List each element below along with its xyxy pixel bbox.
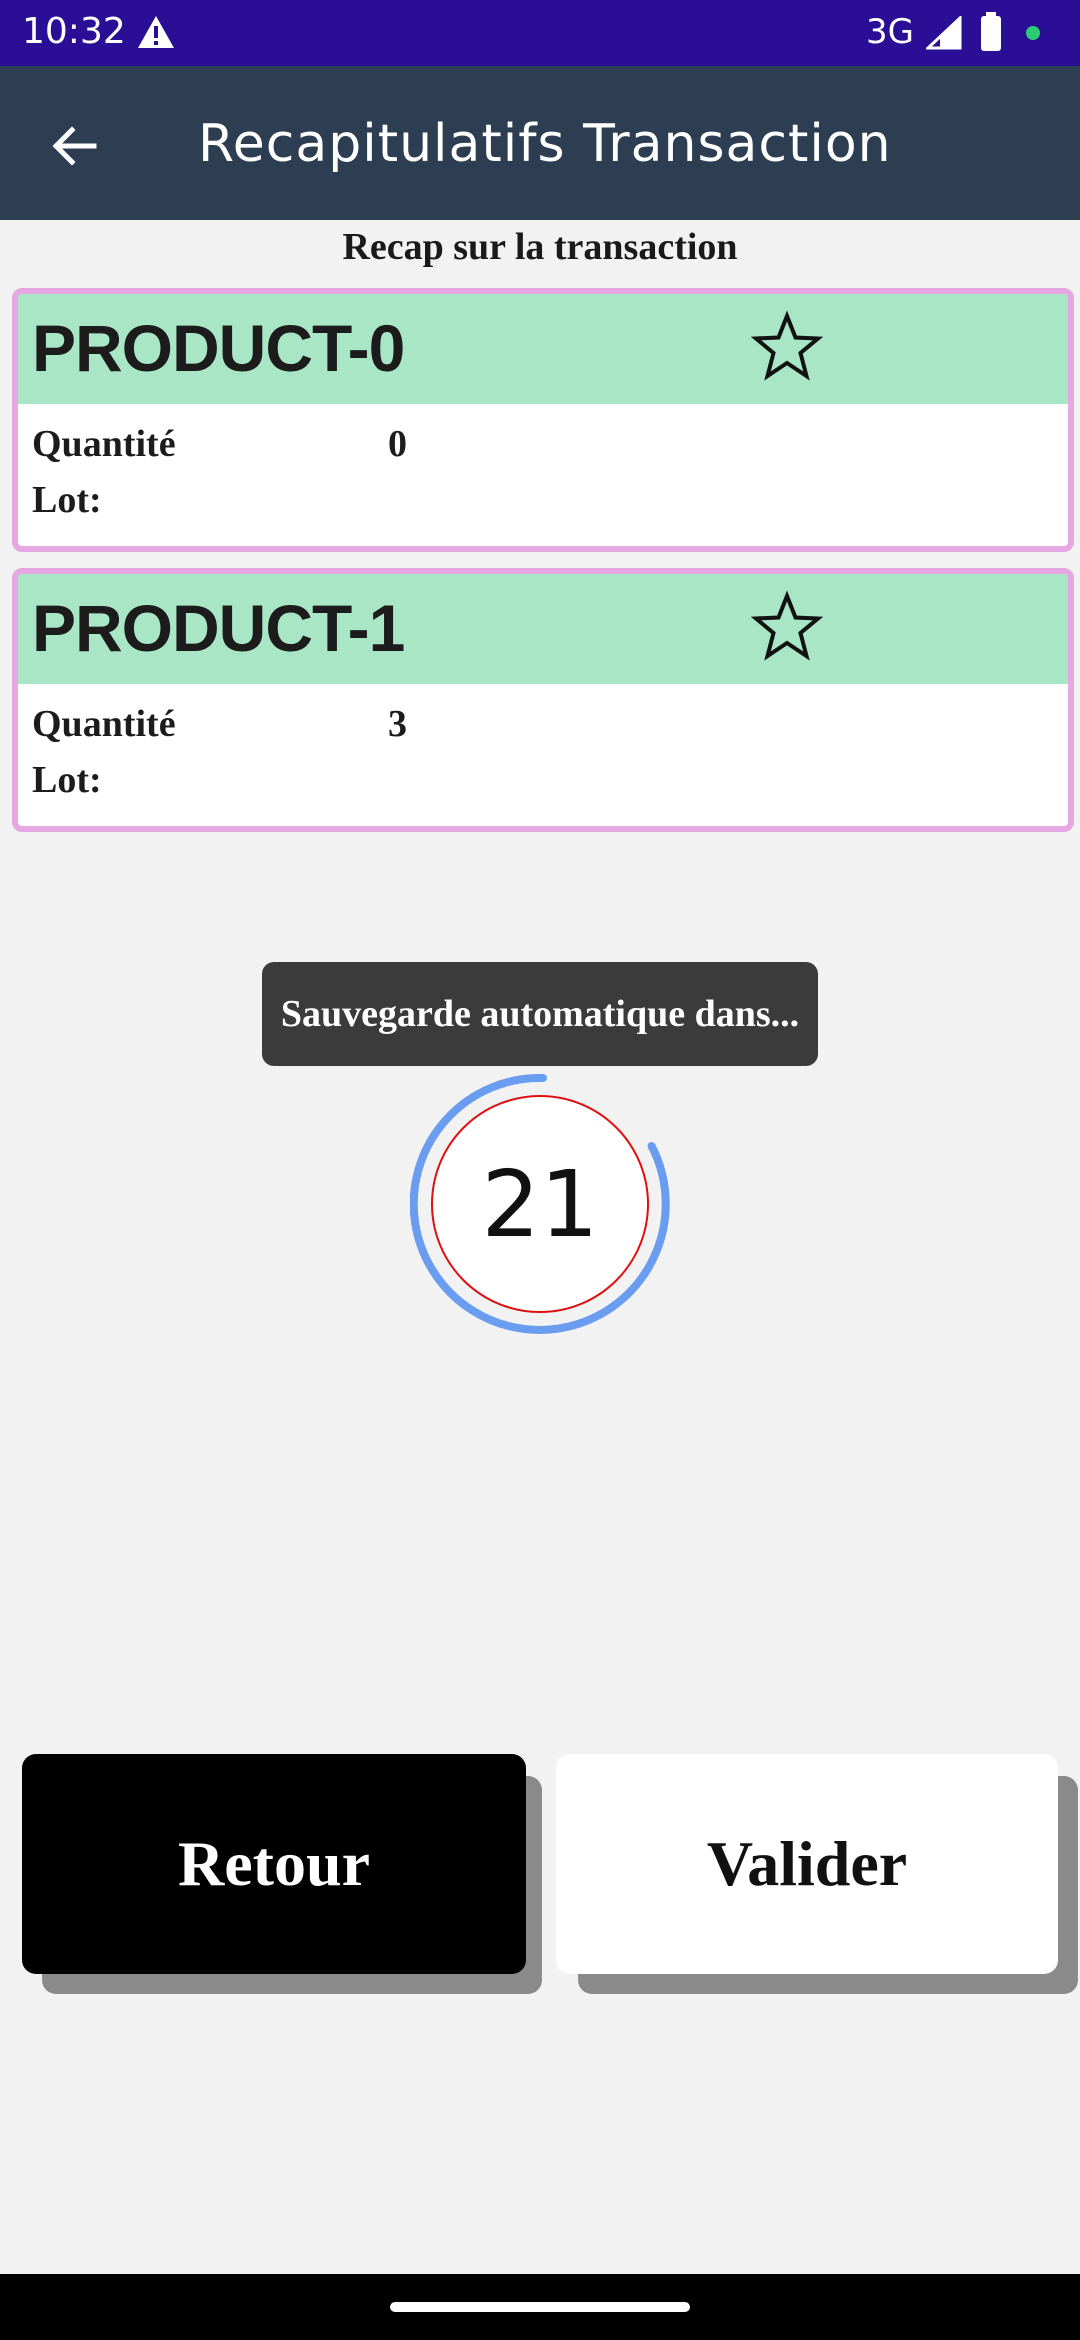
page-title: Recapitulatifs Transaction	[198, 114, 892, 174]
quantity-label: Quantité	[32, 423, 176, 465]
product-card[interactable]: PRODUCT-1 Quantité 3 Lot:	[12, 568, 1074, 832]
lot-label: Lot:	[32, 479, 102, 521]
warning-icon	[138, 16, 174, 48]
status-bar: 10:32 3G	[0, 0, 1080, 66]
product-card-header: PRODUCT-0	[18, 294, 1068, 404]
network-type: 3G	[866, 12, 914, 52]
arrow-left-icon	[52, 126, 97, 166]
app-bar: Recapitulatifs Transaction	[0, 66, 1080, 220]
star-outline-icon[interactable]	[750, 590, 824, 664]
quantity-value: 0	[388, 423, 407, 465]
quantity-value: 3	[388, 703, 407, 745]
autosave-toast: Sauvegarde automatique dans...	[262, 962, 818, 1066]
valider-button[interactable]: Valider	[556, 1754, 1058, 1974]
battery-icon	[981, 12, 1001, 51]
product-card-header: PRODUCT-1	[18, 574, 1068, 684]
recap-subtitle: Recap sur la transaction	[342, 226, 738, 268]
quantity-label: Quantité	[32, 703, 176, 745]
home-indicator[interactable]	[390, 2302, 690, 2312]
back-button[interactable]	[38, 110, 110, 182]
product-name: PRODUCT-0	[32, 311, 405, 385]
star-outline-icon[interactable]	[750, 310, 824, 384]
signal-icon	[926, 16, 962, 50]
notification-dot-icon	[1026, 26, 1040, 40]
status-time: 10:32	[22, 11, 126, 52]
countdown-timer: 21	[410, 1074, 670, 1334]
product-card[interactable]: PRODUCT-0 Quantité 0 Lot:	[12, 288, 1074, 552]
countdown-value: 21	[481, 1150, 599, 1258]
retour-button[interactable]: Retour	[22, 1754, 526, 1974]
product-name: PRODUCT-1	[32, 591, 405, 665]
lot-label: Lot:	[32, 759, 102, 801]
